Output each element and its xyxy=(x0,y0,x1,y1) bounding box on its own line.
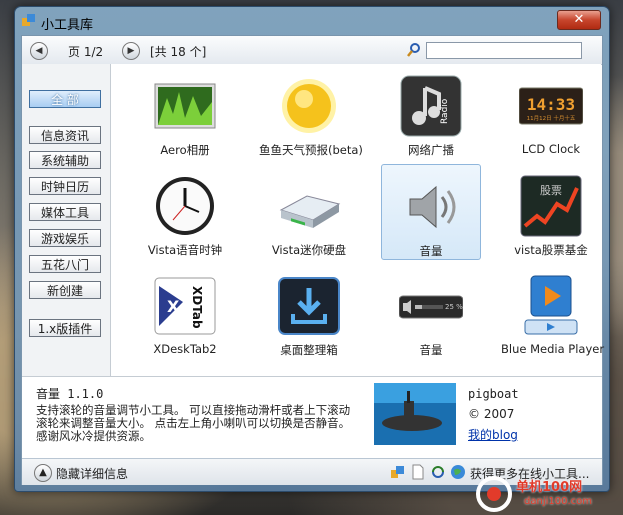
gadget-tile[interactable]: Vista语音时钟 xyxy=(135,168,235,264)
details-blog-link[interactable]: 我的blog xyxy=(468,426,518,443)
watermark-logo-icon xyxy=(476,476,512,512)
gadget-tile[interactable]: X XDTab XDeskTab2 xyxy=(135,268,235,364)
gadget-tile[interactable]: Radio 网络广播 xyxy=(381,68,481,164)
next-page-button[interactable]: ▶ xyxy=(122,42,140,60)
gadget-tile[interactable]: 25 % 音量 xyxy=(381,268,481,364)
gadget-label: Aero相册 xyxy=(160,143,210,157)
category-system[interactable]: 系统辅助 xyxy=(29,151,101,169)
category-misc[interactable]: 五花八门 xyxy=(29,255,101,273)
search-input[interactable] xyxy=(426,42,582,59)
category-games[interactable]: 游戏娱乐 xyxy=(29,229,101,247)
details-title: 音量 1.1.0 xyxy=(36,387,104,401)
gadget-tile[interactable]: 鱼鱼天气预报(beta) xyxy=(259,68,363,164)
gadget-gallery-window: 小工具库 ✕ ◀ 页 1/2 ▶ [共 18 个] 全 部 信息资讯 系统辅助 … xyxy=(14,6,610,492)
toolbar: ◀ 页 1/2 ▶ [共 18 个] xyxy=(22,36,602,65)
refresh-icon[interactable] xyxy=(430,464,446,480)
gadget-label: Vista语音时钟 xyxy=(147,243,223,257)
category-sidebar: 全 部 信息资讯 系统辅助 时钟日历 媒体工具 游戏娱乐 五花八门 新创建 1.… xyxy=(22,64,111,376)
gadget-tile-selected[interactable]: 音量 xyxy=(381,164,481,260)
svg-text:X: X xyxy=(167,297,180,316)
svg-text:Radio: Radio xyxy=(440,98,450,124)
gadget-label: Blue Media Player xyxy=(501,342,605,356)
speaker-icon xyxy=(409,185,456,229)
details-description: 支持滚轮的音量调节小工具。 可以直接拖动滑杆或者上下滚动滚轮来调整音量大小。 点… xyxy=(36,403,351,443)
category-info[interactable]: 信息资讯 xyxy=(29,126,101,144)
close-button[interactable]: ✕ xyxy=(557,10,601,30)
category-all[interactable]: 全 部 xyxy=(29,90,101,108)
xdesktab-icon: X XDTab xyxy=(154,277,216,335)
xdesktab-icon-text: XDTab xyxy=(190,286,204,329)
lcd-clock-icon: 14:33 11月12日 十月十五 xyxy=(519,87,583,125)
watermark-subtext: danji100.com xyxy=(524,496,592,507)
category-legacy-plugins[interactable]: 1.x版插件 xyxy=(29,319,101,337)
gadget-label: 音量 xyxy=(419,343,443,357)
category-media[interactable]: 媒体工具 xyxy=(29,203,101,221)
prev-page-button[interactable]: ◀ xyxy=(30,42,48,60)
title-bar[interactable]: 小工具库 ✕ xyxy=(15,7,609,35)
total-count: [共 18 个] xyxy=(150,45,207,59)
gadget-label: Vista迷你硬盘 xyxy=(271,243,347,257)
radio-icon: Radio xyxy=(400,75,462,137)
gadget-label: 鱼鱼天气预报(beta) xyxy=(259,143,363,157)
gadget-tile[interactable]: 桌面整理箱 xyxy=(259,268,359,364)
hide-details-label[interactable]: 隐藏详细信息 xyxy=(56,465,128,482)
window-content: ◀ 页 1/2 ▶ [共 18 个] 全 部 信息资讯 系统辅助 时钟日历 媒体… xyxy=(21,35,605,485)
globe-icon[interactable] xyxy=(450,464,466,480)
volume-percent-text: 25 % xyxy=(445,303,463,311)
gadget-label: 桌面整理箱 xyxy=(280,343,338,357)
lcd-clock-time: 14:33 xyxy=(527,95,575,114)
search-icon[interactable] xyxy=(406,42,422,58)
gadget-gallery-icon[interactable] xyxy=(390,464,406,480)
hide-details-button[interactable]: ▲ xyxy=(34,464,52,482)
desktop-organizer-icon xyxy=(278,277,340,335)
gadget-label: 音量 xyxy=(419,244,443,258)
gadget-tile[interactable]: Aero相册 xyxy=(135,68,235,164)
media-player-icon xyxy=(524,275,578,335)
stock-icon-text: 股票 xyxy=(540,184,562,197)
gadget-tile[interactable]: 股票 vista股票基金 xyxy=(501,168,601,264)
category-new[interactable]: 新创建 xyxy=(29,281,101,299)
photo-album-icon xyxy=(154,83,216,129)
gadget-tile[interactable]: 14:33 11月12日 十月十五 LCD Clock xyxy=(501,68,601,164)
sun-icon xyxy=(282,79,336,133)
details-panel: 音量 1.1.0 支持滚轮的音量调节小工具。 可以直接拖动滑杆或者上下滚动滚轮来… xyxy=(22,376,602,459)
submarine-icon xyxy=(374,383,456,445)
analog-clock-icon xyxy=(156,177,214,235)
gadget-label: vista股票基金 xyxy=(514,243,588,257)
gadget-tile[interactable]: Vista迷你硬盘 xyxy=(259,168,359,264)
gadget-label: LCD Clock xyxy=(521,142,581,156)
volume-slider-icon: 25 % xyxy=(399,295,463,319)
details-author: pigboat xyxy=(468,387,519,401)
details-copyright: © 2007 xyxy=(468,407,515,421)
window-title: 小工具库 xyxy=(41,18,94,33)
hard-drive-icon xyxy=(279,195,341,228)
lcd-clock-date: 11月12日 十月十五 xyxy=(527,114,576,122)
page-indicator: 页 1/2 xyxy=(68,45,104,59)
gadget-label: 网络广播 xyxy=(408,143,454,157)
category-clock[interactable]: 时钟日历 xyxy=(29,177,101,195)
site-watermark: 单机100网 danji100.com xyxy=(472,474,622,514)
watermark-text: 单机100网 xyxy=(516,480,583,495)
stock-chart-icon: 股票 xyxy=(520,175,582,237)
gadget-grid: Aero相册 鱼鱼天气预报(beta) Radio 网络广播 14:33 11月… xyxy=(111,64,605,376)
gadget-label: XDeskTab2 xyxy=(153,342,217,356)
app-icon xyxy=(22,14,35,26)
gadget-tile[interactable]: Blue Media Player xyxy=(501,268,605,364)
new-file-icon[interactable] xyxy=(410,464,426,480)
